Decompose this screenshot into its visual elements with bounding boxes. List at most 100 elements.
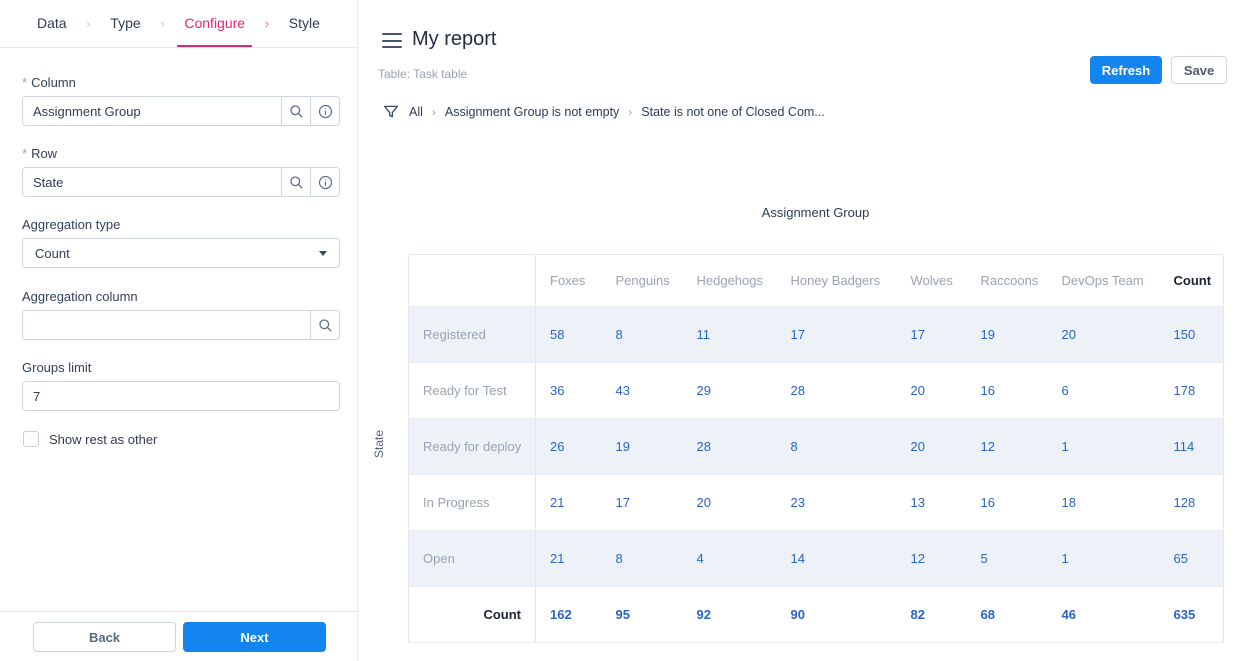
cell-value[interactable]: 28 xyxy=(777,363,897,419)
cell-value[interactable]: 65 xyxy=(1160,531,1224,587)
pivot-data-row: Open218414125165 xyxy=(409,531,1224,587)
cell-value[interactable]: 17 xyxy=(777,307,897,363)
aggregation-column-input[interactable] xyxy=(23,311,310,339)
cell-value[interactable]: 1 xyxy=(1048,419,1160,475)
filter-item-assignment-group[interactable]: Assignment Group is not empty xyxy=(445,105,619,119)
groups-limit-input[interactable] xyxy=(23,382,339,410)
cell-value[interactable]: 635 xyxy=(1160,587,1224,643)
column-info-button[interactable] xyxy=(310,97,339,125)
search-icon xyxy=(318,318,333,333)
cell-value[interactable]: 46 xyxy=(1048,587,1160,643)
column-field-label: *Column xyxy=(22,75,76,90)
cell-value[interactable]: 150 xyxy=(1160,307,1224,363)
row-axis-label: State xyxy=(372,419,386,469)
row-field-label: *Row xyxy=(22,146,57,161)
cell-value[interactable]: 43 xyxy=(602,363,683,419)
cell-value[interactable]: 8 xyxy=(602,307,683,363)
cell-value[interactable]: 28 xyxy=(683,419,777,475)
cell-value[interactable]: 114 xyxy=(1160,419,1224,475)
column-field xyxy=(22,96,340,126)
cell-value[interactable]: 12 xyxy=(967,419,1048,475)
cell-value[interactable]: 8 xyxy=(777,419,897,475)
column-header: Count xyxy=(1160,255,1224,307)
aggregation-type-select[interactable]: Count xyxy=(22,238,340,268)
cell-value[interactable]: 26 xyxy=(536,419,602,475)
cell-value[interactable]: 14 xyxy=(777,531,897,587)
search-icon xyxy=(289,104,304,119)
cell-value[interactable]: 82 xyxy=(897,587,967,643)
cell-value[interactable]: 17 xyxy=(897,307,967,363)
chevron-down-icon xyxy=(319,251,327,256)
cell-value[interactable]: 178 xyxy=(1160,363,1224,419)
footer-label: Count xyxy=(409,587,536,643)
cell-value[interactable]: 16 xyxy=(967,363,1048,419)
sidebar-footer: Back Next xyxy=(0,611,357,661)
cell-value[interactable]: 12 xyxy=(897,531,967,587)
step-data[interactable]: Data xyxy=(30,0,74,47)
cell-value[interactable]: 5 xyxy=(967,531,1048,587)
next-button[interactable]: Next xyxy=(183,622,326,652)
aggregation-type-label: Aggregation type xyxy=(22,217,120,232)
cell-value[interactable]: 21 xyxy=(536,475,602,531)
cell-value[interactable]: 6 xyxy=(1048,363,1160,419)
row-label: Ready for deploy xyxy=(409,419,536,475)
cell-value[interactable]: 4 xyxy=(683,531,777,587)
cell-value[interactable]: 1 xyxy=(1048,531,1160,587)
row-label: Open xyxy=(409,531,536,587)
pivot-data-row: Ready for Test3643292820166178 xyxy=(409,363,1224,419)
show-rest-label: Show rest as other xyxy=(49,432,157,447)
cell-value[interactable]: 20 xyxy=(897,419,967,475)
cell-value[interactable]: 36 xyxy=(536,363,602,419)
cell-value[interactable]: 95 xyxy=(602,587,683,643)
column-header: Hedgehogs xyxy=(683,255,777,307)
cell-value[interactable]: 92 xyxy=(683,587,777,643)
row-label: In Progress xyxy=(409,475,536,531)
required-marker: * xyxy=(22,75,27,90)
back-button[interactable]: Back xyxy=(33,622,176,652)
pivot-data-row: In Progress21172023131618128 xyxy=(409,475,1224,531)
cell-value[interactable]: 18 xyxy=(1048,475,1160,531)
show-rest-checkbox[interactable] xyxy=(23,431,39,447)
cell-value[interactable]: 90 xyxy=(777,587,897,643)
cell-value[interactable]: 23 xyxy=(777,475,897,531)
cell-value[interactable]: 19 xyxy=(602,419,683,475)
chevron-right-icon: › xyxy=(265,17,269,30)
aggregation-column-search-button[interactable] xyxy=(310,311,339,339)
cell-value[interactable]: 128 xyxy=(1160,475,1224,531)
filter-item-state[interactable]: State is not one of Closed Com... xyxy=(641,105,824,119)
filter-item-all[interactable]: All xyxy=(409,105,423,119)
cell-value[interactable]: 58 xyxy=(536,307,602,363)
groups-limit-label: Groups limit xyxy=(22,360,91,375)
cell-value[interactable]: 162 xyxy=(536,587,602,643)
cell-value[interactable]: 29 xyxy=(683,363,777,419)
report-title: My report xyxy=(412,28,496,51)
cell-value[interactable]: 16 xyxy=(967,475,1048,531)
column-header: Foxes xyxy=(536,255,602,307)
cell-value[interactable]: 20 xyxy=(897,363,967,419)
save-button[interactable]: Save xyxy=(1171,56,1227,84)
row-label: Ready for Test xyxy=(409,363,536,419)
pivot-data-row: Ready for deploy261928820121114 xyxy=(409,419,1224,475)
cell-value[interactable]: 17 xyxy=(602,475,683,531)
row-input[interactable] xyxy=(23,168,281,196)
menu-icon[interactable] xyxy=(382,33,402,48)
cell-value[interactable]: 19 xyxy=(967,307,1048,363)
cell-value[interactable]: 20 xyxy=(1048,307,1160,363)
column-search-button[interactable] xyxy=(281,97,310,125)
column-input[interactable] xyxy=(23,97,281,125)
row-info-button[interactable] xyxy=(310,168,339,196)
row-search-button[interactable] xyxy=(281,168,310,196)
cell-value[interactable]: 13 xyxy=(897,475,967,531)
cell-value[interactable]: 20 xyxy=(683,475,777,531)
step-style[interactable]: Style xyxy=(282,0,327,47)
cell-value[interactable]: 68 xyxy=(967,587,1048,643)
wizard-steps: Data › Type › Configure › Style xyxy=(0,0,357,48)
step-type[interactable]: Type xyxy=(103,0,147,47)
step-configure[interactable]: Configure xyxy=(177,0,252,47)
cell-value[interactable]: 8 xyxy=(602,531,683,587)
show-rest-checkbox-row[interactable]: Show rest as other xyxy=(23,431,157,447)
filter-funnel-icon[interactable] xyxy=(382,103,400,121)
cell-value[interactable]: 21 xyxy=(536,531,602,587)
cell-value[interactable]: 11 xyxy=(683,307,777,363)
refresh-button[interactable]: Refresh xyxy=(1090,56,1162,84)
